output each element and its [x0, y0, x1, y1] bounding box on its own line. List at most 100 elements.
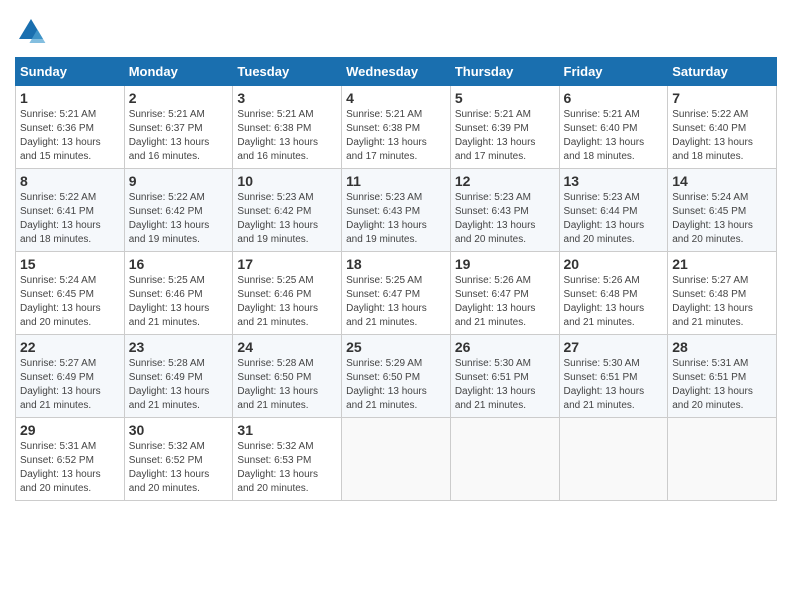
- calendar-cell: 8 Sunrise: 5:22 AM Sunset: 6:41 PM Dayli…: [16, 169, 125, 252]
- calendar-cell: [668, 418, 777, 501]
- week-row-2: 8 Sunrise: 5:22 AM Sunset: 6:41 PM Dayli…: [16, 169, 777, 252]
- day-info: Sunrise: 5:32 AM Sunset: 6:53 PM Dayligh…: [237, 440, 337, 496]
- day-info: Sunrise: 5:23 AM Sunset: 6:43 PM Dayligh…: [455, 191, 555, 247]
- page-header: [15, 15, 777, 47]
- calendar-cell: 10 Sunrise: 5:23 AM Sunset: 6:42 PM Dayl…: [233, 169, 342, 252]
- calendar-cell: 27 Sunrise: 5:30 AM Sunset: 6:51 PM Dayl…: [559, 335, 668, 418]
- calendar-cell: 2 Sunrise: 5:21 AM Sunset: 6:37 PM Dayli…: [124, 86, 233, 169]
- day-number: 29: [20, 422, 120, 438]
- day-info: Sunrise: 5:21 AM Sunset: 6:37 PM Dayligh…: [129, 108, 229, 164]
- day-number: 30: [129, 422, 229, 438]
- day-info: Sunrise: 5:30 AM Sunset: 6:51 PM Dayligh…: [564, 357, 664, 413]
- day-info: Sunrise: 5:25 AM Sunset: 6:46 PM Dayligh…: [237, 274, 337, 330]
- day-info: Sunrise: 5:26 AM Sunset: 6:48 PM Dayligh…: [564, 274, 664, 330]
- day-info: Sunrise: 5:24 AM Sunset: 6:45 PM Dayligh…: [20, 274, 120, 330]
- day-number: 28: [672, 339, 772, 355]
- calendar-cell: 31 Sunrise: 5:32 AM Sunset: 6:53 PM Dayl…: [233, 418, 342, 501]
- day-info: Sunrise: 5:23 AM Sunset: 6:44 PM Dayligh…: [564, 191, 664, 247]
- day-info: Sunrise: 5:23 AM Sunset: 6:42 PM Dayligh…: [237, 191, 337, 247]
- day-number: 18: [346, 256, 446, 272]
- calendar-cell: 15 Sunrise: 5:24 AM Sunset: 6:45 PM Dayl…: [16, 252, 125, 335]
- day-info: Sunrise: 5:32 AM Sunset: 6:52 PM Dayligh…: [129, 440, 229, 496]
- day-number: 16: [129, 256, 229, 272]
- day-info: Sunrise: 5:27 AM Sunset: 6:49 PM Dayligh…: [20, 357, 120, 413]
- calendar-cell: [342, 418, 451, 501]
- calendar-cell: 22 Sunrise: 5:27 AM Sunset: 6:49 PM Dayl…: [16, 335, 125, 418]
- calendar-cell: 4 Sunrise: 5:21 AM Sunset: 6:38 PM Dayli…: [342, 86, 451, 169]
- day-info: Sunrise: 5:22 AM Sunset: 6:41 PM Dayligh…: [20, 191, 120, 247]
- col-header-friday: Friday: [559, 58, 668, 86]
- logo: [15, 15, 51, 47]
- col-header-wednesday: Wednesday: [342, 58, 451, 86]
- calendar-cell: 25 Sunrise: 5:29 AM Sunset: 6:50 PM Dayl…: [342, 335, 451, 418]
- calendar-cell: 28 Sunrise: 5:31 AM Sunset: 6:51 PM Dayl…: [668, 335, 777, 418]
- calendar-cell: 1 Sunrise: 5:21 AM Sunset: 6:36 PM Dayli…: [16, 86, 125, 169]
- calendar-cell: 7 Sunrise: 5:22 AM Sunset: 6:40 PM Dayli…: [668, 86, 777, 169]
- day-info: Sunrise: 5:22 AM Sunset: 6:40 PM Dayligh…: [672, 108, 772, 164]
- day-number: 24: [237, 339, 337, 355]
- day-number: 10: [237, 173, 337, 189]
- day-info: Sunrise: 5:26 AM Sunset: 6:47 PM Dayligh…: [455, 274, 555, 330]
- day-info: Sunrise: 5:28 AM Sunset: 6:49 PM Dayligh…: [129, 357, 229, 413]
- col-header-saturday: Saturday: [668, 58, 777, 86]
- col-header-thursday: Thursday: [450, 58, 559, 86]
- day-number: 20: [564, 256, 664, 272]
- calendar-cell: 23 Sunrise: 5:28 AM Sunset: 6:49 PM Dayl…: [124, 335, 233, 418]
- calendar-cell: 17 Sunrise: 5:25 AM Sunset: 6:46 PM Dayl…: [233, 252, 342, 335]
- day-number: 7: [672, 90, 772, 106]
- day-number: 12: [455, 173, 555, 189]
- calendar-cell: 19 Sunrise: 5:26 AM Sunset: 6:47 PM Dayl…: [450, 252, 559, 335]
- day-info: Sunrise: 5:24 AM Sunset: 6:45 PM Dayligh…: [672, 191, 772, 247]
- day-number: 17: [237, 256, 337, 272]
- day-number: 22: [20, 339, 120, 355]
- calendar-cell: 30 Sunrise: 5:32 AM Sunset: 6:52 PM Dayl…: [124, 418, 233, 501]
- day-number: 31: [237, 422, 337, 438]
- day-info: Sunrise: 5:21 AM Sunset: 6:38 PM Dayligh…: [237, 108, 337, 164]
- calendar-cell: 18 Sunrise: 5:25 AM Sunset: 6:47 PM Dayl…: [342, 252, 451, 335]
- day-info: Sunrise: 5:21 AM Sunset: 6:36 PM Dayligh…: [20, 108, 120, 164]
- calendar-cell: 24 Sunrise: 5:28 AM Sunset: 6:50 PM Dayl…: [233, 335, 342, 418]
- week-row-5: 29 Sunrise: 5:31 AM Sunset: 6:52 PM Dayl…: [16, 418, 777, 501]
- calendar-cell: 3 Sunrise: 5:21 AM Sunset: 6:38 PM Dayli…: [233, 86, 342, 169]
- calendar-cell: 9 Sunrise: 5:22 AM Sunset: 6:42 PM Dayli…: [124, 169, 233, 252]
- day-number: 19: [455, 256, 555, 272]
- day-info: Sunrise: 5:25 AM Sunset: 6:46 PM Dayligh…: [129, 274, 229, 330]
- header-row: SundayMondayTuesdayWednesdayThursdayFrid…: [16, 58, 777, 86]
- day-info: Sunrise: 5:21 AM Sunset: 6:38 PM Dayligh…: [346, 108, 446, 164]
- calendar-cell: 13 Sunrise: 5:23 AM Sunset: 6:44 PM Dayl…: [559, 169, 668, 252]
- day-number: 6: [564, 90, 664, 106]
- col-header-monday: Monday: [124, 58, 233, 86]
- calendar-cell: 26 Sunrise: 5:30 AM Sunset: 6:51 PM Dayl…: [450, 335, 559, 418]
- logo-icon: [15, 15, 47, 47]
- day-number: 11: [346, 173, 446, 189]
- day-number: 1: [20, 90, 120, 106]
- day-number: 4: [346, 90, 446, 106]
- day-number: 13: [564, 173, 664, 189]
- day-info: Sunrise: 5:25 AM Sunset: 6:47 PM Dayligh…: [346, 274, 446, 330]
- day-number: 15: [20, 256, 120, 272]
- week-row-1: 1 Sunrise: 5:21 AM Sunset: 6:36 PM Dayli…: [16, 86, 777, 169]
- calendar-cell: 20 Sunrise: 5:26 AM Sunset: 6:48 PM Dayl…: [559, 252, 668, 335]
- day-info: Sunrise: 5:21 AM Sunset: 6:40 PM Dayligh…: [564, 108, 664, 164]
- calendar-cell: 29 Sunrise: 5:31 AM Sunset: 6:52 PM Dayl…: [16, 418, 125, 501]
- day-info: Sunrise: 5:22 AM Sunset: 6:42 PM Dayligh…: [129, 191, 229, 247]
- day-info: Sunrise: 5:31 AM Sunset: 6:51 PM Dayligh…: [672, 357, 772, 413]
- day-number: 21: [672, 256, 772, 272]
- week-row-3: 15 Sunrise: 5:24 AM Sunset: 6:45 PM Dayl…: [16, 252, 777, 335]
- day-number: 25: [346, 339, 446, 355]
- calendar-table: SundayMondayTuesdayWednesdayThursdayFrid…: [15, 57, 777, 501]
- calendar-cell: 14 Sunrise: 5:24 AM Sunset: 6:45 PM Dayl…: [668, 169, 777, 252]
- calendar-cell: 16 Sunrise: 5:25 AM Sunset: 6:46 PM Dayl…: [124, 252, 233, 335]
- day-number: 3: [237, 90, 337, 106]
- day-number: 8: [20, 173, 120, 189]
- calendar-cell: 21 Sunrise: 5:27 AM Sunset: 6:48 PM Dayl…: [668, 252, 777, 335]
- calendar-cell: 5 Sunrise: 5:21 AM Sunset: 6:39 PM Dayli…: [450, 86, 559, 169]
- calendar-cell: 12 Sunrise: 5:23 AM Sunset: 6:43 PM Dayl…: [450, 169, 559, 252]
- col-header-tuesday: Tuesday: [233, 58, 342, 86]
- day-number: 27: [564, 339, 664, 355]
- day-number: 5: [455, 90, 555, 106]
- day-number: 23: [129, 339, 229, 355]
- day-info: Sunrise: 5:30 AM Sunset: 6:51 PM Dayligh…: [455, 357, 555, 413]
- day-info: Sunrise: 5:28 AM Sunset: 6:50 PM Dayligh…: [237, 357, 337, 413]
- day-number: 2: [129, 90, 229, 106]
